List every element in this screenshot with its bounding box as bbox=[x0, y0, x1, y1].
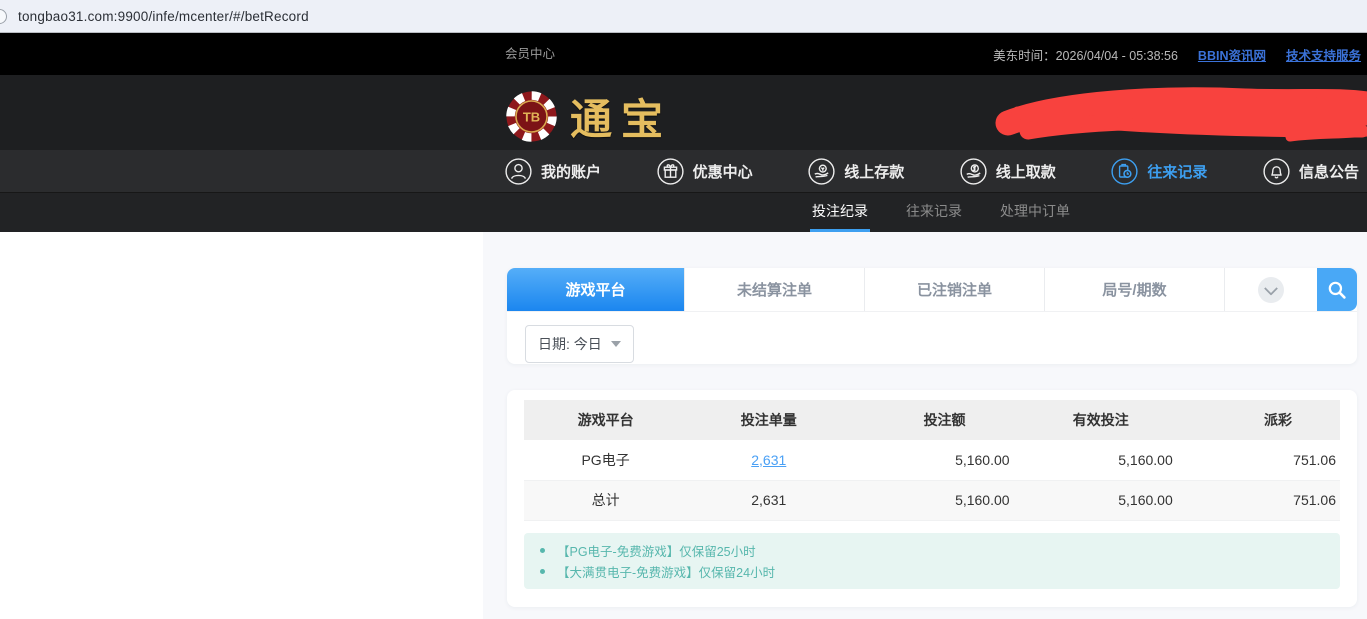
tab-game-platform[interactable]: 游戏平台 bbox=[507, 268, 684, 311]
transactions-icon bbox=[1111, 158, 1138, 185]
nav-label: 优惠中心 bbox=[693, 161, 753, 182]
tb-chip-icon: TB bbox=[505, 90, 558, 143]
nav-item-promotions[interactable]: 优惠中心 bbox=[657, 158, 753, 185]
table-header-row: 游戏平台 投注单量 投注额 有效投注 派彩 bbox=[524, 400, 1340, 440]
nav-item-transactions[interactable]: 往来记录 bbox=[1111, 158, 1207, 185]
nav-item-withdraw[interactable]: 线上取款 bbox=[960, 158, 1056, 185]
cell-platform: PG电子 bbox=[524, 440, 687, 480]
tab-unsettled-bets[interactable]: 未结算注单 bbox=[684, 268, 864, 311]
note-line-duobao: 【大满贯电子-免费游戏】仅保留24小时 bbox=[540, 561, 1324, 582]
note-line-pg: 【PG电子-免费游戏】仅保留25小时 bbox=[540, 540, 1324, 561]
col-header-platform: 游戏平台 bbox=[524, 400, 687, 440]
col-header-bet-amount: 投注额 bbox=[850, 400, 1013, 440]
topbar: 会员中心 美东时间：2026/04/04 - 05:38:56 BBIN资讯网 … bbox=[0, 33, 1367, 75]
member-center-label: 会员中心 bbox=[505, 33, 555, 75]
nav-item-deposit[interactable]: 线上存款 bbox=[808, 158, 904, 185]
browser-url-bar[interactable]: tongbao31.com:9900/infe/mcenter/#/betRec… bbox=[0, 0, 1367, 33]
cell-total-label: 总计 bbox=[524, 480, 687, 520]
nav-label: 往来记录 bbox=[1147, 161, 1207, 182]
bullet-icon bbox=[540, 548, 545, 553]
nav-label: 线上取款 bbox=[996, 161, 1056, 182]
date-filter-button[interactable]: 日期: 今日 bbox=[525, 325, 634, 363]
chevron-down-icon bbox=[1258, 277, 1284, 303]
col-header-bet-count: 投注单量 bbox=[687, 400, 850, 440]
content-background: 游戏平台 未结算注单 已注销注单 局号/期数 bbox=[483, 232, 1367, 619]
caret-down-icon bbox=[611, 341, 621, 347]
topbar-right: 美东时间：2026/04/04 - 05:38:56 BBIN资讯网 技术支持服… bbox=[993, 33, 1361, 75]
nav-item-my-account[interactable]: 我的账户 bbox=[505, 158, 601, 185]
table-total-row: 总计 2,631 5,160.00 5,160.00 751.06 bbox=[524, 480, 1340, 520]
nav-label: 我的账户 bbox=[541, 161, 601, 182]
cell-total-valid: 5,160.00 bbox=[1014, 480, 1177, 520]
cell-bet-amount: 5,160.00 bbox=[850, 440, 1013, 480]
note-text: 【PG电子-免费游戏】仅保留25小时 bbox=[557, 541, 756, 560]
cell-payout: 751.06 bbox=[1177, 440, 1340, 480]
cell-total-count: 2,631 bbox=[687, 480, 850, 520]
red-scribble-redaction bbox=[990, 87, 1367, 149]
bbin-news-link[interactable]: BBIN资讯网 bbox=[1198, 45, 1266, 64]
cell-total-payout: 751.06 bbox=[1177, 480, 1340, 520]
logo[interactable]: TB 通宝 bbox=[505, 86, 672, 147]
gift-icon bbox=[657, 158, 684, 185]
site-info-icon[interactable] bbox=[0, 9, 7, 24]
subnav-item-bet-records[interactable]: 投注纪录 bbox=[810, 193, 870, 232]
note-text: 【大满贯电子-免费游戏】仅保留24小时 bbox=[557, 562, 775, 581]
search-button[interactable] bbox=[1317, 268, 1357, 311]
deposit-icon bbox=[808, 158, 835, 185]
cell-total-bet: 5,160.00 bbox=[850, 480, 1013, 520]
bet-count-link[interactable]: 2,631 bbox=[751, 452, 786, 468]
tab-more-dropdown[interactable] bbox=[1224, 268, 1317, 311]
subnav-item-pending-orders[interactable]: 处理中订单 bbox=[998, 193, 1072, 232]
bullet-icon bbox=[540, 569, 545, 574]
nav-label: 线上存款 bbox=[844, 161, 904, 182]
table-row: PG电子 2,631 5,160.00 5,160.00 751.06 bbox=[524, 440, 1340, 480]
cell-valid-bet: 5,160.00 bbox=[1014, 440, 1177, 480]
url-text[interactable]: tongbao31.com:9900/infe/mcenter/#/betRec… bbox=[18, 9, 309, 24]
results-card: 游戏平台 投注单量 投注额 有效投注 派彩 PG电子 2,631 5,160.0… bbox=[507, 390, 1357, 607]
site-header: TB 通宝 bbox=[0, 75, 1367, 150]
tab-cancelled-bets[interactable]: 已注销注单 bbox=[864, 268, 1044, 311]
user-icon bbox=[505, 158, 532, 185]
filter-card: 游戏平台 未结算注单 已注销注单 局号/期数 bbox=[507, 268, 1357, 364]
tab-row: 游戏平台 未结算注单 已注销注单 局号/期数 bbox=[507, 268, 1357, 312]
date-filter-row: 日期: 今日 bbox=[507, 312, 1357, 376]
withdraw-icon bbox=[960, 158, 987, 185]
subnav-item-transaction-records[interactable]: 往来记录 bbox=[904, 193, 964, 232]
col-header-valid-bet: 有效投注 bbox=[1014, 400, 1177, 440]
svg-text:TB: TB bbox=[523, 110, 540, 125]
retention-notes: 【PG电子-免费游戏】仅保留25小时 【大满贯电子-免费游戏】仅保留24小时 bbox=[524, 533, 1340, 589]
search-icon bbox=[1327, 280, 1347, 300]
bet-summary-table: 游戏平台 投注单量 投注额 有效投注 派彩 PG电子 2,631 5,160.0… bbox=[524, 400, 1340, 521]
logo-wordmark: 通宝 bbox=[570, 86, 672, 147]
main-nav: 我的账户 优惠中心 线上存款 bbox=[0, 150, 1367, 192]
us-eastern-time: 美东时间：2026/04/04 - 05:38:56 bbox=[993, 45, 1178, 64]
page: tongbao31.com:9900/infe/mcenter/#/betRec… bbox=[0, 0, 1367, 619]
nav-label: 信息公告 bbox=[1299, 161, 1359, 182]
main-content: 游戏平台 未结算注单 已注销注单 局号/期数 bbox=[0, 232, 1367, 619]
bell-icon bbox=[1263, 158, 1290, 185]
nav-item-announcements[interactable]: 信息公告 bbox=[1263, 158, 1359, 185]
col-header-payout: 派彩 bbox=[1177, 400, 1340, 440]
date-filter-label: 日期: 今日 bbox=[538, 334, 602, 354]
tech-support-link[interactable]: 技术支持服务 bbox=[1286, 45, 1361, 64]
tab-round-number[interactable]: 局号/期数 bbox=[1044, 268, 1224, 311]
subnav: 投注纪录 往来记录 处理中订单 bbox=[0, 192, 1367, 232]
